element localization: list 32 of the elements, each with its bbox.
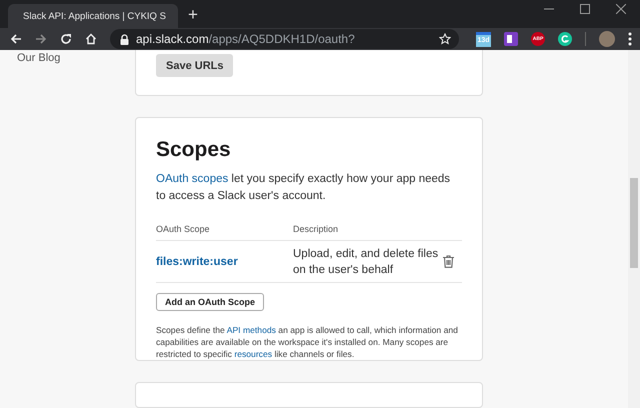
- link[interactable]: OAuth scopes: [156, 173, 228, 186]
- column-header: Description: [293, 224, 340, 234]
- back-icon[interactable]: [10, 33, 22, 45]
- column-header: OAuth Scope: [156, 224, 211, 234]
- section-title: Scopes: [156, 138, 232, 162]
- lock-icon: [120, 34, 129, 44]
- new-tab-button[interactable]: +: [188, 5, 198, 25]
- tab-title: Slack API: Applications | CYKIQ S: [23, 10, 166, 22]
- browser-tab[interactable]: Slack API: Applications | CYKIQ S: [8, 4, 178, 28]
- star-icon[interactable]: [439, 33, 451, 45]
- trash-icon[interactable]: [443, 255, 454, 268]
- scope-description: Upload, edit, and delete files on the user's behalf: [293, 246, 440, 278]
- add-scope-button[interactable]: Add an OAuth Scope: [156, 293, 264, 312]
- letter-circle-extension-icon[interactable]: [558, 32, 572, 46]
- save-urls-button[interactable]: Save URLs: [156, 54, 234, 77]
- intro-paragraph: OAuth scopes let you specify exactly how your app needs to access a Slack user's account.: [156, 172, 452, 204]
- maximize-icon[interactable]: [580, 4, 590, 14]
- menu-icon[interactable]: [628, 32, 632, 46]
- scopes-note: Scopes define the API methods an app is allowed to call, which information and capabilities are available on the workspace it's installed on. Many scopes are restricted to specific resources like channels or files.: [156, 324, 459, 360]
- forward-icon[interactable]: [35, 33, 47, 45]
- home-icon[interactable]: [85, 33, 97, 45]
- notebook-extension-icon[interactable]: [504, 32, 518, 46]
- scrollbar-thumb[interactable]: [630, 178, 638, 268]
- link[interactable]: resources: [234, 349, 272, 360]
- scope-name: files:write:user: [156, 256, 239, 268]
- url-text: api.slack.com/apps/AQ5DDKH1D/oauth?: [136, 32, 355, 46]
- reload-icon[interactable]: [60, 33, 72, 45]
- address-bar[interactable]: api.slack.com/apps/AQ5DDKH1D/oauth?: [110, 29, 459, 49]
- avatar-icon[interactable]: [599, 31, 615, 47]
- sidebar-link[interactable]: Our Blog: [17, 52, 135, 64]
- link[interactable]: API methods: [226, 325, 276, 336]
- close-icon[interactable]: [616, 4, 626, 14]
